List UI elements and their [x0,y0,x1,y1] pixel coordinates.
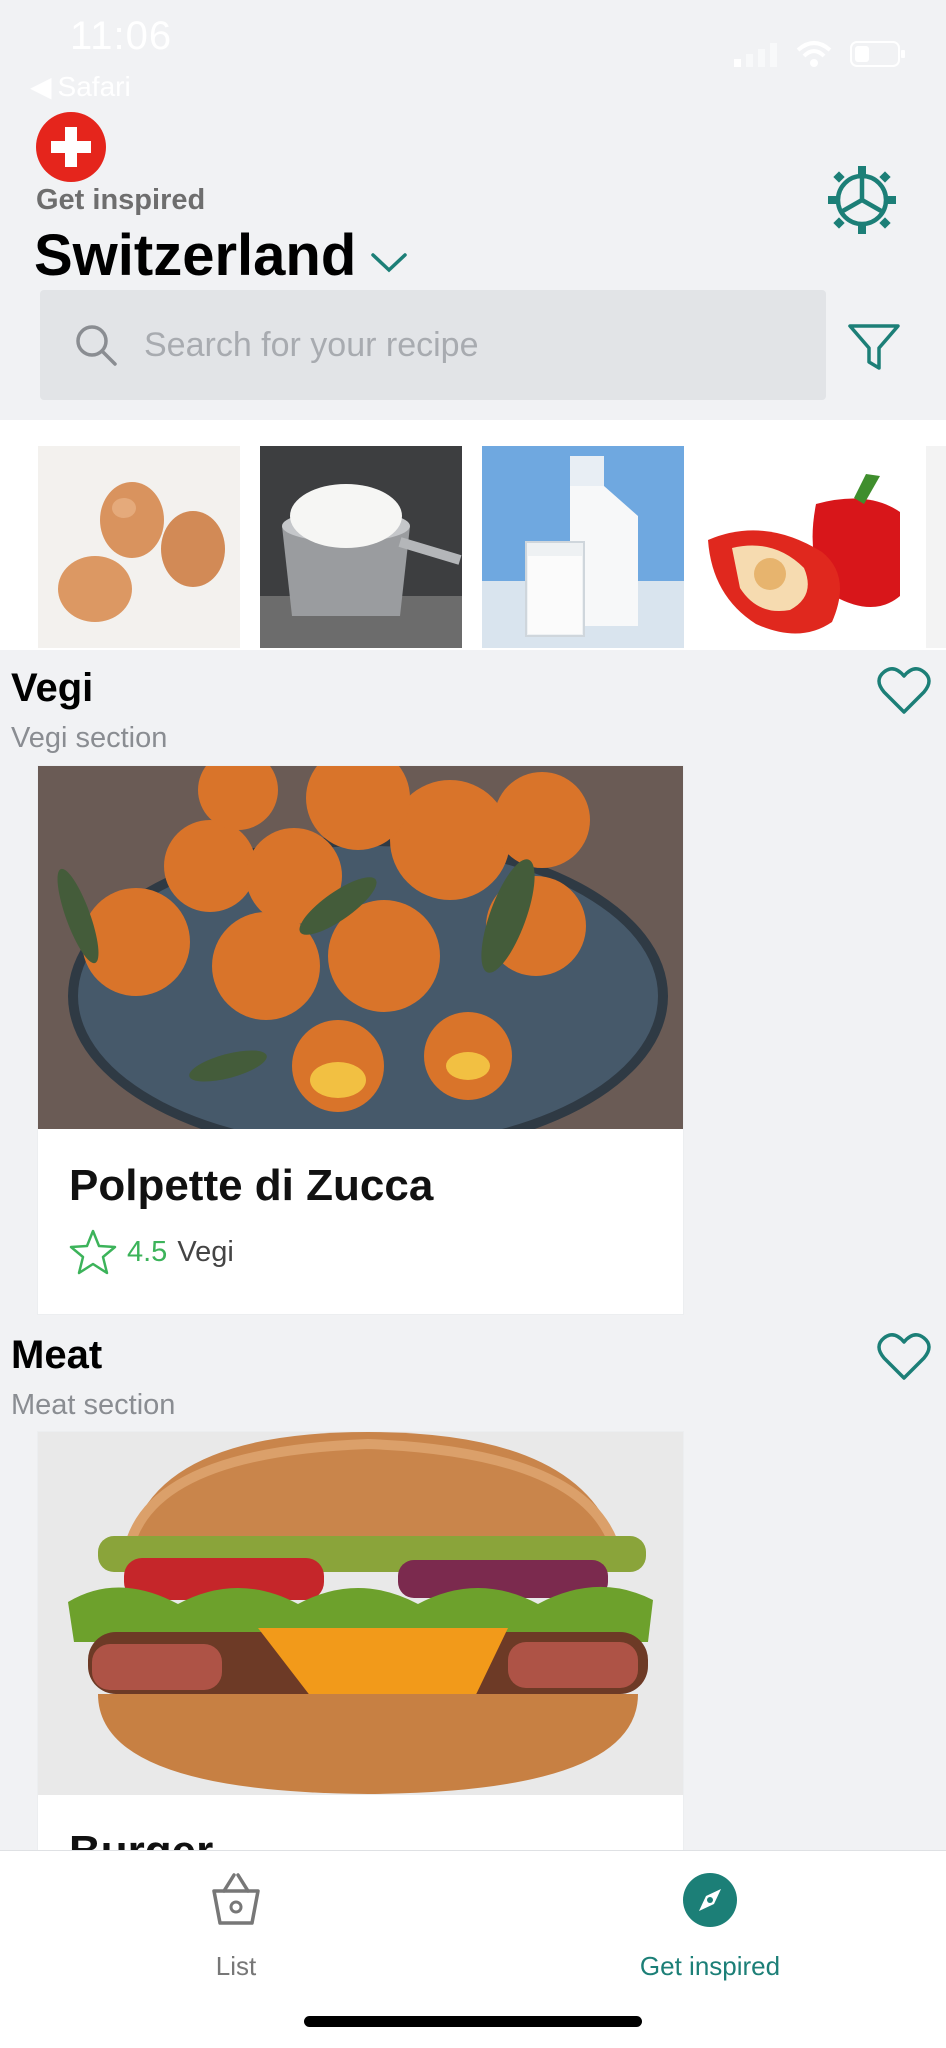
tab-list[interactable]: List [106,1871,366,1982]
recipe-image-polpette [38,766,683,1129]
ingredient-eggs[interactable] [38,446,240,648]
basket-icon [212,1873,260,1925]
ingredient-more[interactable] [926,446,946,648]
back-arrow-icon: ◀ [30,71,52,102]
wifi-icon [796,41,832,67]
recipe-category: Vegi [177,1235,234,1268]
recipe-rating: 4.5 Vegi [69,1229,683,1275]
favorite-heart-icon[interactable] [876,1330,932,1386]
status-icons [734,40,906,68]
star-icon [69,1229,117,1275]
back-to-safari[interactable]: ◀ Safari [30,70,131,103]
section-title-meat: Meat [11,1333,103,1377]
ingredient-flour[interactable] [260,446,462,648]
tab-get-inspired[interactable]: Get inspired [580,1871,840,1982]
ingredient-strip[interactable] [0,420,946,650]
tab-list-label: List [215,1951,257,1981]
battery-icon [850,41,905,67]
section-subtitle-meat: Meat section [11,1389,176,1421]
ingredient-bell-pepper[interactable] [704,446,906,648]
chevron-down-icon [371,252,408,272]
filter-icon[interactable] [846,318,902,374]
recipe-card-polpette[interactable]: Polpette di Zucca 4.5 Vegi [38,766,683,1314]
rating-value: 4.5 [127,1235,168,1268]
signal-icon [734,43,777,67]
settings-gear-icon[interactable] [826,164,898,236]
favorite-heart-icon[interactable] [876,664,932,720]
swiss-flag-icon [36,112,106,182]
recipe-image-burger [38,1432,683,1795]
ingredient-milk[interactable] [482,446,684,648]
home-indicator[interactable] [304,2016,642,2027]
page-subtitle: Get inspired [36,184,206,216]
compass-icon [683,1873,737,1927]
section-title-vegi: Vegi [11,666,94,710]
back-label: Safari [57,70,131,102]
recipe-name: Polpette di Zucca [69,1161,434,1210]
recipe-card-burger[interactable]: Burger [38,1432,683,1852]
tab-get-inspired-label: Get inspired [639,1951,781,1981]
status-time: 11:06 [70,14,173,58]
search-icon [76,325,117,366]
recipe-name: Burger [69,1827,214,1852]
search-input[interactable]: Search for your recipe [144,326,479,365]
section-subtitle-vegi: Vegi section [11,722,168,754]
search-bar[interactable]: Search for your recipe [40,290,826,400]
country-name: Switzerland [34,223,357,288]
country-selector[interactable]: Switzerland [34,222,408,289]
